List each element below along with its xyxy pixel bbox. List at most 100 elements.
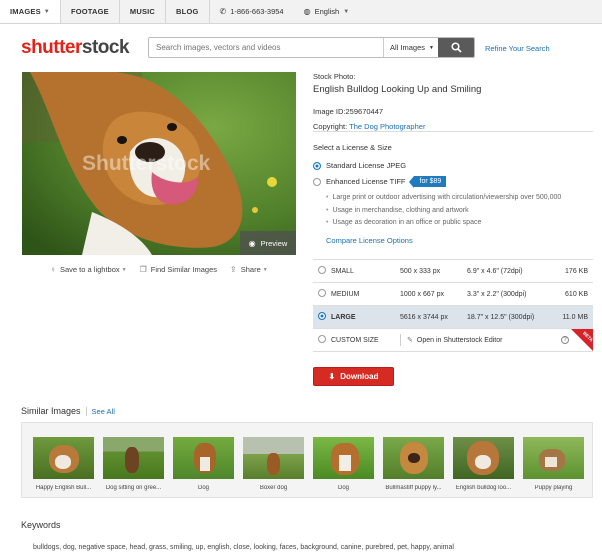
compare-license-link[interactable]: Compare License Options [326, 236, 413, 245]
similar-thumb[interactable]: Dog sitting on gree... [103, 437, 164, 491]
tab-blog-label: BLOG [176, 7, 199, 16]
similar-images-strip: Happy English Bull... Dog sitting on gre… [21, 422, 593, 498]
standard-license-option[interactable]: Standard License JPEG [313, 161, 406, 170]
preview-button[interactable]: ◉ Preview [240, 231, 296, 255]
tab-music[interactable]: MUSIC [120, 0, 167, 23]
chevron-down-icon: ▼ [343, 8, 350, 15]
thumb-caption: Happy English Bull... [35, 485, 92, 491]
globe-icon: ◍ [303, 7, 311, 16]
photo-actions: ♀ Save to a lightbox ▼ ❐ Find Similar Image… [50, 265, 281, 274]
size-inches: 18.7" x 12.5" (300dpi) [467, 313, 535, 321]
help-icon[interactable]: ? [561, 336, 569, 344]
edit-icon: ✎ [407, 337, 413, 344]
image-title: English Bulldog Looking Up and Smiling [313, 84, 482, 95]
save-to-lightbox-button[interactable]: ♀ Save to a lightbox ▼ [50, 265, 127, 274]
refine-search-link[interactable]: Refine Your Search [485, 44, 550, 53]
phone-icon: ✆ [219, 7, 227, 16]
shutterstock-logo[interactable]: shutterstock [21, 37, 130, 59]
thumbnail-image [103, 437, 164, 479]
similar-images-icon: ❐ [139, 265, 147, 274]
similar-thumb[interactable]: Happy English Bull... [33, 437, 94, 491]
standard-license-label: Standard License JPEG [326, 161, 407, 170]
bullet-item: Large print or outdoor advertising with … [326, 192, 561, 205]
radio-unselected[interactable] [318, 266, 326, 274]
image-id: Image ID:259670447 [313, 107, 384, 116]
thumbnail-image [383, 437, 444, 479]
radio-selected[interactable] [318, 312, 326, 320]
eye-icon: ◉ [248, 238, 256, 248]
photographer-link[interactable]: The Dog Photographer [349, 122, 425, 131]
search-input[interactable] [149, 38, 383, 57]
size-inches: 6.9" x 4.6" (72dpi) [467, 267, 523, 275]
editor-label: Open in Shutterstock Editor [416, 336, 503, 344]
file-size: 610 KB [565, 290, 588, 298]
thumbnail-image [33, 437, 94, 479]
search-bar: All Images▼ [148, 37, 475, 58]
tab-music-label: MUSIC [129, 7, 156, 16]
save-lightbox-label: Save to a lightbox [60, 265, 120, 274]
phone-number[interactable]: ✆ 1-866-663-3954 [210, 0, 294, 23]
share-icon: ⇪ [230, 265, 237, 274]
logo-part-1: shutter [21, 37, 82, 58]
tab-images-label: IMAGES [10, 7, 41, 16]
language-label: English [314, 7, 340, 16]
thumb-caption: English bulldog loo... [455, 485, 512, 491]
license-heading: Select a License & Size [313, 143, 392, 152]
image-info: Stock Photo: English Bulldog Looking Up … [313, 72, 593, 131]
size-row-small[interactable]: SMALL 500 x 333 px 6.9" x 4.6" (72dpi) 1… [313, 260, 593, 283]
size-name: LARGE [331, 313, 356, 321]
similar-thumb[interactable]: Dog [313, 437, 374, 491]
chevron-down-icon: ▼ [429, 44, 434, 51]
download-label: Download [340, 372, 379, 381]
tab-images[interactable]: IMAGES ▼ [0, 0, 61, 23]
radio-unselected[interactable] [313, 177, 321, 186]
size-table: SMALL 500 x 333 px 6.9" x 4.6" (72dpi) 1… [313, 259, 594, 352]
download-icon: ⬇ [328, 372, 336, 381]
size-name: SMALL [331, 267, 354, 275]
see-all-link[interactable]: See All [85, 406, 115, 416]
tab-footage[interactable]: FOOTAGE [61, 0, 120, 23]
radio-unselected[interactable] [318, 335, 326, 343]
size-row-medium[interactable]: MEDIUM 1000 x 667 px 3.3" x 2.2" (300dpi… [313, 283, 593, 306]
similar-thumb[interactable]: Puppy playing [523, 437, 584, 491]
similar-thumb[interactable]: Dog [173, 437, 234, 491]
enhanced-license-option[interactable]: Enhanced License TIFF for $89 [313, 176, 447, 188]
radio-selected[interactable] [313, 161, 321, 170]
size-pixels: 1000 x 667 px [400, 290, 444, 298]
similar-title: Similar Images [21, 406, 81, 416]
tab-blog[interactable]: BLOG [166, 0, 210, 23]
download-button[interactable]: ⬇ Download [313, 367, 394, 386]
similar-thumb[interactable]: English bulldog loo... [453, 437, 514, 491]
size-name: MEDIUM [331, 290, 360, 298]
language-selector[interactable]: ◍ English ▼ [294, 0, 360, 23]
search-icon [450, 42, 462, 53]
open-editor-link[interactable]: ✎ Open in Shutterstock Editor [407, 336, 503, 345]
size-inches: 3.3" x 2.2" (300dpi) [467, 290, 527, 298]
thumb-caption: Bullmastiff puppy ly... [385, 485, 442, 491]
chevron-down-icon: ▼ [43, 8, 50, 15]
find-similar-label: Find Similar Images [150, 265, 218, 274]
phone-text: 1-866-663-3954 [230, 7, 284, 16]
thumbnail-image [523, 437, 584, 479]
chevron-down-icon: ▼ [121, 266, 127, 273]
search-button[interactable] [438, 38, 474, 57]
size-name: CUSTOM SIZE [331, 336, 379, 344]
enhanced-license-bullets: Large print or outdoor advertising with … [326, 192, 561, 230]
stock-photo-label: Stock Photo: [313, 72, 356, 81]
thumbnail-image [313, 437, 374, 479]
size-row-custom[interactable]: CUSTOM SIZE ✎ Open in Shutterstock Editor… [313, 329, 594, 352]
watermark: Shutterstock [82, 152, 211, 175]
similar-thumb[interactable]: Boxer dog [243, 437, 304, 491]
similar-thumb[interactable]: Bullmastiff puppy ly... [383, 437, 444, 491]
thumbnail-image [453, 437, 514, 479]
size-row-large[interactable]: LARGE 5616 x 3744 px 18.7" x 12.5" (300d… [313, 306, 593, 329]
main-photo[interactable]: Shutterstock ◉ Preview [22, 72, 296, 255]
thumb-caption: Dog sitting on gree... [105, 485, 162, 491]
search-scope-select[interactable]: All Images ▼ [383, 38, 438, 57]
size-pixels: 500 x 333 px [400, 267, 441, 275]
find-similar-button[interactable]: ❐ Find Similar Images [140, 265, 217, 274]
radio-unselected[interactable] [318, 289, 326, 297]
search-scope-label: All Images [390, 43, 426, 52]
file-size: 176 KB [565, 267, 588, 275]
share-button[interactable]: ⇪ Share ▼ [230, 265, 268, 274]
